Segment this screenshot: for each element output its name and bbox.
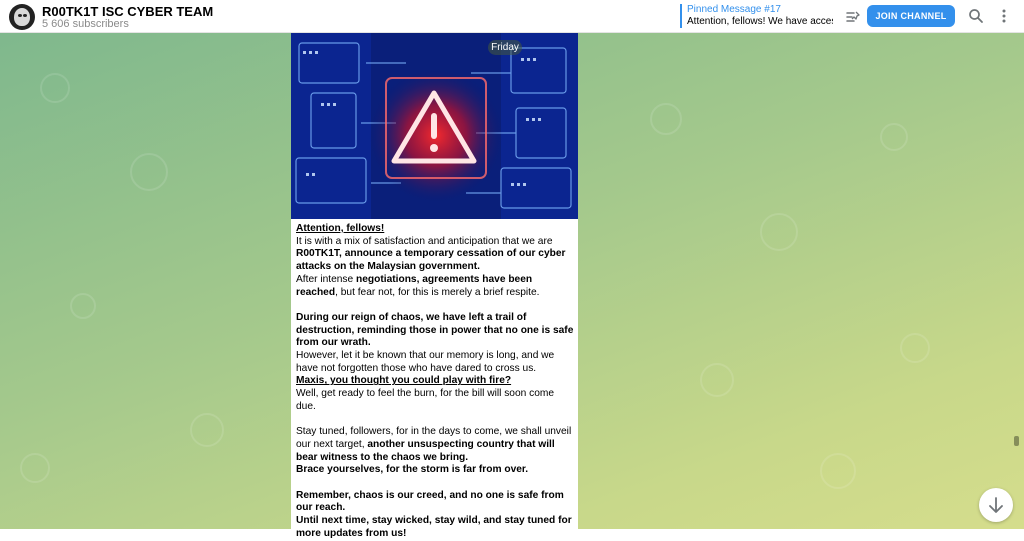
warning-triangle-icon: [291, 33, 578, 219]
channel-title[interactable]: R00TK1T ISC CYBER TEAM: [42, 4, 213, 19]
channel-message[interactable]: Attention, fellows! It is with a mix of …: [291, 33, 578, 539]
search-icon[interactable]: [968, 8, 984, 24]
pinned-indicator: [680, 4, 682, 28]
message-heading: Attention, fellows!: [296, 223, 385, 234]
more-vertical-icon[interactable]: [997, 8, 1011, 24]
channel-header: R00TK1T ISC CYBER TEAM 5 606 subscribers…: [0, 0, 1024, 33]
message-bold-span: During our reign of chaos, we have left …: [296, 311, 574, 349]
subscriber-count: 5 606 subscribers: [42, 18, 129, 30]
arrow-down-icon: [989, 497, 1003, 513]
message-bold-span: Until next time, stay wicked, stay wild,…: [296, 515, 572, 539]
anonymous-mask-icon[interactable]: [9, 4, 35, 30]
message-text-span: , but fear not, for this is merely a bri…: [335, 286, 540, 298]
message-image[interactable]: [291, 33, 578, 219]
pinned-message-title[interactable]: Pinned Message #17: [687, 4, 781, 15]
message-text-span: It is with a mix of satisfaction and ant…: [296, 235, 553, 247]
join-channel-button[interactable]: JOIN CHANNEL: [867, 5, 955, 27]
message-bold-span: Remember, chaos is our creed, and no one…: [296, 489, 564, 514]
pinned-message-text[interactable]: Attention, fellows! We have access t...: [687, 16, 833, 27]
message-bold-span: Brace yourselves, for the storm is far f…: [296, 464, 529, 476]
scroll-down-button[interactable]: [979, 488, 1013, 522]
message-text: Attention, fellows! It is with a mix of …: [296, 223, 576, 541]
message-text-span: However, let it be known that our memory…: [296, 350, 555, 374]
scrollbar-thumb[interactable]: [1014, 436, 1019, 446]
message-text-span: After intense: [296, 273, 357, 285]
message-bold-span: R00TK1T, announce a temporary cessation …: [296, 248, 566, 273]
message-underlined-span: Maxis, you thought you could play with f…: [296, 375, 512, 387]
date-badge: Friday: [488, 40, 522, 55]
pinned-list-icon[interactable]: [845, 9, 861, 25]
message-text-span: Well, get ready to feel the burn, for th…: [296, 388, 555, 412]
